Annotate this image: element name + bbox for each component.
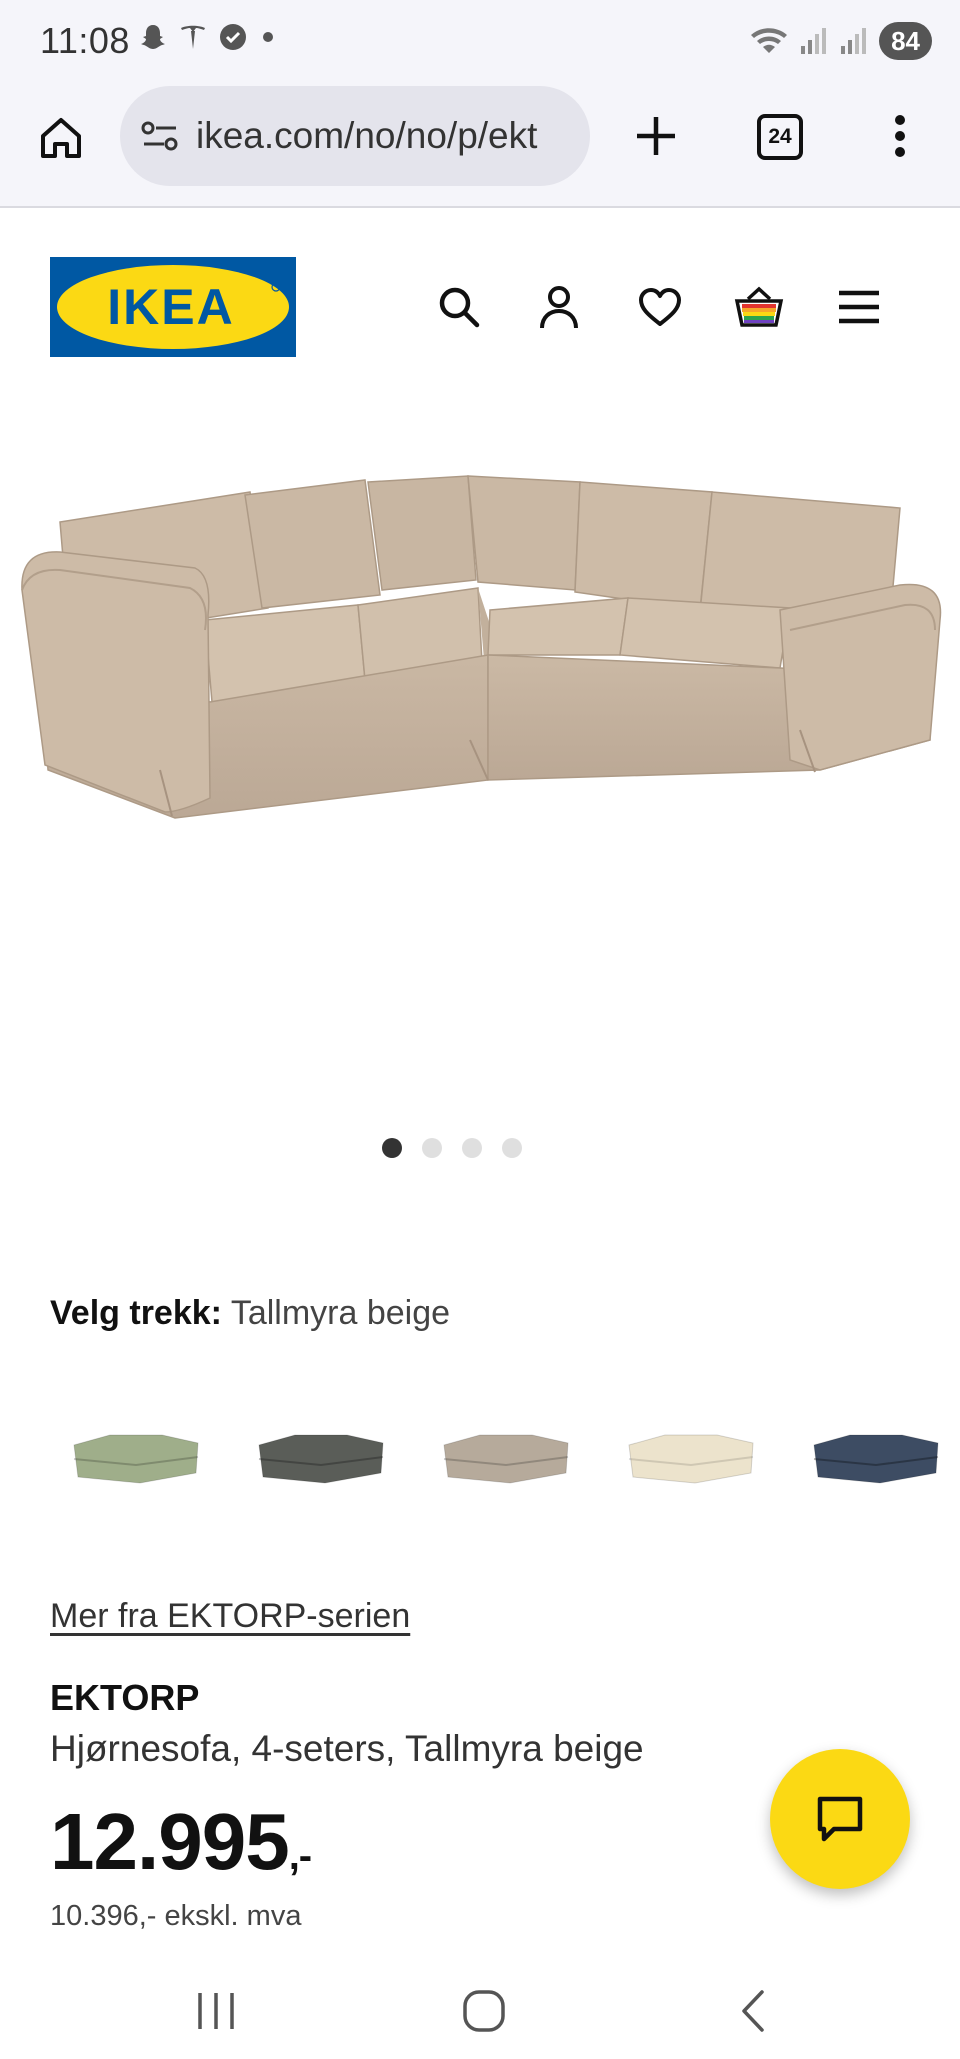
cart-icon bbox=[734, 286, 784, 327]
search-button[interactable] bbox=[434, 282, 484, 332]
sofa-thumbnail bbox=[813, 1434, 939, 1484]
search-icon bbox=[439, 287, 480, 328]
sofa-thumbnail bbox=[443, 1434, 569, 1484]
sofa-thumbnail bbox=[258, 1434, 384, 1484]
product-description: Hjørnesofa, 4-seters, Tallmyra beige bbox=[50, 1728, 644, 1769]
ikea-logo-graphic: IKEA bbox=[50, 257, 296, 357]
recent-apps-icon bbox=[198, 1993, 234, 2029]
product-price: 12.995,- bbox=[50, 1796, 312, 1888]
sofa-image bbox=[21, 475, 942, 819]
price-suffix: ,- bbox=[288, 1834, 312, 1878]
account-button[interactable] bbox=[534, 282, 584, 332]
home-button[interactable] bbox=[34, 111, 88, 165]
series-link[interactable]: Mer fra EKTORP-serien bbox=[50, 1597, 410, 1636]
back-button[interactable] bbox=[724, 1984, 784, 2038]
cover-swatch-green[interactable] bbox=[70, 1425, 202, 1489]
recent-apps-button[interactable] bbox=[186, 1984, 246, 2038]
plus-icon bbox=[637, 117, 675, 155]
cover-swatch-dark-blue[interactable] bbox=[810, 1425, 942, 1489]
more-vert-icon bbox=[895, 115, 905, 157]
favourites-button[interactable] bbox=[635, 282, 685, 332]
menu-button[interactable] bbox=[834, 282, 884, 332]
wifi-icon bbox=[751, 28, 788, 53]
menu-icon bbox=[839, 290, 879, 324]
site-header: IKEA bbox=[0, 210, 960, 374]
cover-swatch-row bbox=[70, 1425, 960, 1495]
home-circle-icon bbox=[463, 1990, 505, 2032]
system-nav-bar bbox=[0, 1960, 960, 2059]
status-right: 84 bbox=[749, 22, 932, 60]
home-icon bbox=[41, 118, 81, 158]
carousel-dot-2[interactable] bbox=[422, 1138, 442, 1158]
new-tab-button[interactable] bbox=[628, 108, 684, 164]
back-icon bbox=[742, 1990, 764, 2032]
cover-swatch-beige[interactable] bbox=[440, 1425, 572, 1489]
more-options-button[interactable] bbox=[880, 108, 920, 164]
carousel-dot-4[interactable] bbox=[502, 1138, 522, 1158]
sofa-thumbnail bbox=[628, 1434, 754, 1484]
site-settings-icon[interactable] bbox=[140, 119, 180, 153]
price-excl-vat: 10.396,- ekskl. mva bbox=[50, 1900, 302, 1932]
carousel-dot-1[interactable] bbox=[382, 1138, 402, 1158]
ikea-logo-text: IKEA bbox=[107, 279, 234, 335]
carousel-dot-3[interactable] bbox=[462, 1138, 482, 1158]
tesla-icon bbox=[181, 25, 205, 49]
cover-label-heading: Velg trekk: bbox=[50, 1294, 222, 1332]
status-time: 11:08 bbox=[40, 20, 130, 61]
notification-icons bbox=[138, 22, 278, 52]
cover-swatch-dark-grey[interactable] bbox=[255, 1425, 387, 1489]
url-text: ikea.com/no/no/p/ekt bbox=[196, 115, 538, 156]
ikea-logo[interactable]: IKEA bbox=[50, 257, 296, 357]
status-bar: 11:08 84 bbox=[0, 0, 960, 86]
product-name: EKTORP bbox=[50, 1677, 200, 1718]
chat-button[interactable] bbox=[770, 1749, 910, 1889]
signal-icon bbox=[801, 28, 827, 54]
tab-switcher-button[interactable]: 24 bbox=[757, 114, 803, 160]
battery-indicator: 84 bbox=[879, 22, 932, 60]
cover-swatch-cream[interactable] bbox=[625, 1425, 757, 1489]
verified-icon bbox=[220, 24, 246, 50]
browser-toolbar: ikea.com/no/no/p/ekt 24 bbox=[0, 86, 960, 208]
cart-button[interactable] bbox=[734, 282, 784, 332]
chat-icon bbox=[817, 1796, 863, 1842]
system-home-button[interactable] bbox=[454, 1984, 514, 2038]
cover-selection-label: Velg trekk: Tallmyra beige bbox=[50, 1294, 450, 1333]
image-carousel-indicator[interactable] bbox=[0, 1138, 960, 1158]
signal-icon-2 bbox=[841, 28, 867, 54]
sofa-thumbnail bbox=[73, 1434, 199, 1484]
product-image[interactable] bbox=[0, 440, 960, 840]
price-value: 12.995 bbox=[50, 1797, 290, 1886]
heart-icon bbox=[639, 288, 681, 326]
address-bar[interactable]: ikea.com/no/no/p/ekt bbox=[120, 86, 590, 186]
dot-icon bbox=[263, 32, 273, 42]
cover-selected-value: Tallmyra beige bbox=[230, 1294, 451, 1332]
account-icon bbox=[540, 286, 578, 329]
snapchat-icon bbox=[141, 25, 165, 49]
